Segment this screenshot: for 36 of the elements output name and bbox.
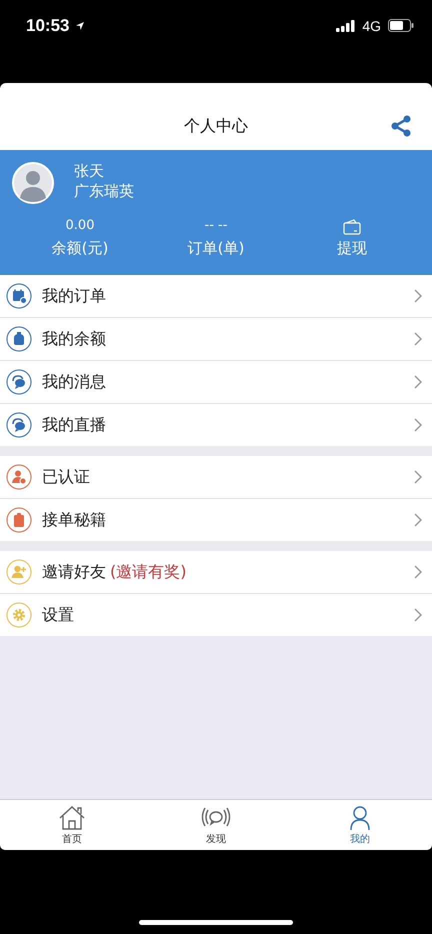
stat-label[interactable]: 提现 — [337, 239, 367, 258]
chevron-icon — [414, 608, 422, 622]
stat-label: 余额(元) — [52, 239, 108, 258]
menu-item[interactable]: 我的消息 — [0, 361, 432, 404]
menu-item[interactable]: 我的余额 — [0, 318, 432, 361]
tab-item[interactable]: 首页 — [0, 800, 144, 850]
page-title: 个人中心 — [184, 115, 248, 137]
chevron-icon — [414, 418, 422, 432]
status-time: 10:53 — [26, 16, 70, 36]
menu-item[interactable]: 我的直播 — [0, 404, 432, 446]
share-icon[interactable] — [390, 115, 412, 137]
location-arrow-icon — [75, 20, 86, 30]
chevron-icon — [414, 470, 422, 484]
menu-item[interactable]: 邀请好友 (邀请有奖) — [0, 551, 432, 594]
network-label: 4G — [362, 18, 381, 34]
tab-item[interactable]: 发现 — [144, 800, 288, 850]
tab-item[interactable]: 我的 — [288, 800, 432, 850]
chevron-icon — [414, 565, 422, 579]
chevron-icon — [414, 332, 422, 346]
menu-item[interactable]: 接单秘籍 — [0, 499, 432, 541]
signal-icon — [336, 20, 356, 32]
house-icon — [57, 804, 87, 830]
menu-item[interactable]: 设置 — [0, 594, 432, 636]
stat-value: 0.00 — [66, 218, 94, 235]
wallet-icon[interactable] — [343, 218, 361, 236]
user-name: 张天 — [74, 162, 105, 181]
chevron-icon — [414, 513, 422, 527]
menu-item[interactable]: 已认证 — [0, 456, 432, 499]
chevron-icon — [414, 375, 422, 389]
stat-label: 订单(单) — [188, 239, 244, 258]
company-name: 广东瑞英 — [74, 182, 134, 201]
battery-icon — [388, 19, 414, 32]
chevron-icon — [414, 289, 422, 303]
menu-item[interactable]: 我的订单 — [0, 275, 432, 318]
avatar-icon — [12, 162, 54, 204]
stat-value: -- -- — [204, 218, 228, 235]
